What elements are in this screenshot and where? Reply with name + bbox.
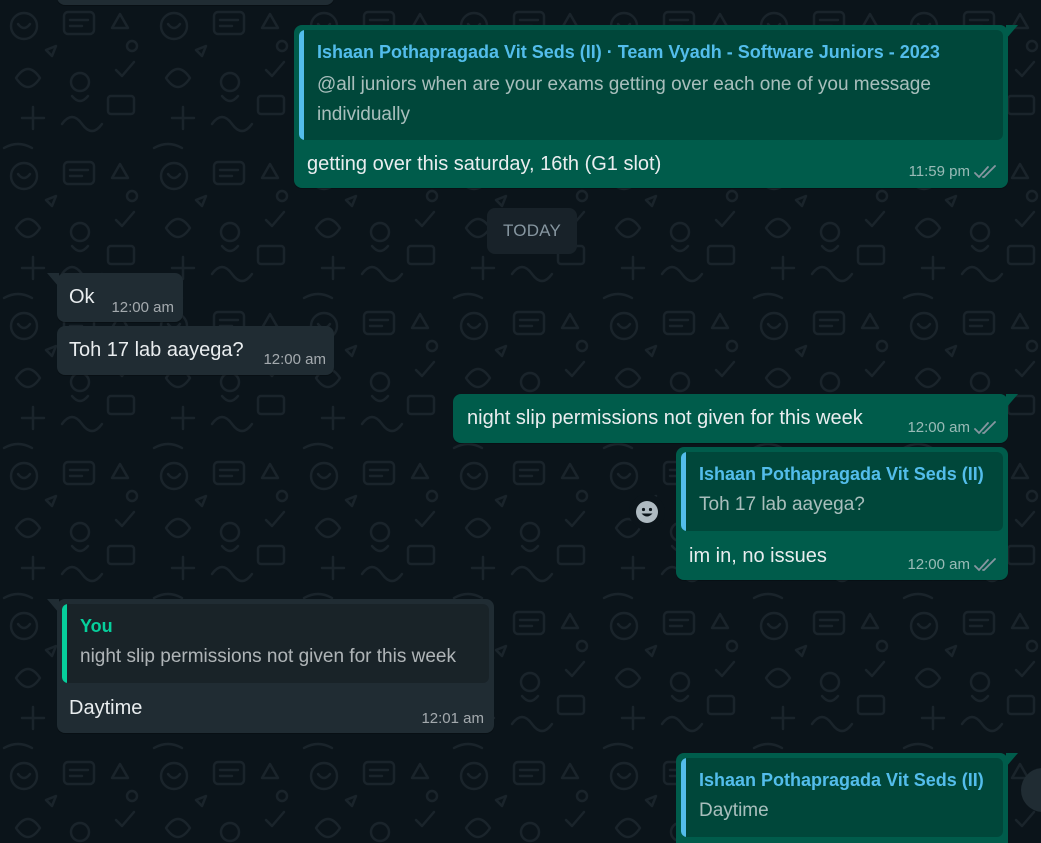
date-divider: TODAY [487, 208, 577, 254]
double-check-icon [974, 164, 996, 178]
quoted-author: You [80, 616, 113, 636]
message-meta: 12:00 am [907, 556, 998, 573]
double-check-icon [974, 557, 996, 571]
scroll-to-bottom-button[interactable] [1021, 768, 1041, 812]
message-bubble-outgoing[interactable]: Ishaan Pothapragada Vit Seds (II) · Team… [294, 25, 1018, 188]
bubble-tail [1006, 25, 1018, 39]
quoted-text: Daytime [699, 800, 769, 821]
message-time: 11:59 pm [908, 163, 970, 180]
quoted-text: night slip permissions not given for thi… [80, 646, 456, 667]
message-text: Toh 17 lab aayega? [69, 339, 244, 361]
bubble-tail [47, 273, 59, 287]
react-button[interactable] [629, 494, 665, 530]
message-time: 12:00 am [263, 351, 326, 368]
bubble-tail [1006, 394, 1018, 408]
message-time: 12:01 am [421, 710, 484, 727]
message-time: 12:00 am [111, 299, 174, 316]
message-text: getting over this saturday, 16th (G1 slo… [307, 153, 662, 175]
chat-panel: Ishaan Pothapragada Vit Seds (II) · Team… [0, 0, 1041, 843]
message-text: im in, no issues [689, 545, 827, 567]
message-meta: 11:59 pm [909, 163, 998, 180]
quoted-message[interactable]: Ishaan Pothapragada Vit Seds (II) Toh 17… [681, 452, 1003, 531]
quoted-author: Ishaan Pothapragada Vit Seds (II) · Team… [317, 42, 940, 62]
quoted-text: @all juniors when are your exams getting… [317, 74, 931, 125]
message-text: Ok [69, 286, 95, 308]
message-time: 12:00 am [907, 419, 970, 436]
message-bubble-incoming[interactable]: You night slip permissions not given for… [47, 599, 494, 733]
quoted-message[interactable]: Ishaan Pothapragada Vit Seds (II) · Team… [299, 30, 1003, 140]
quoted-message[interactable]: Ishaan Pothapragada Vit Seds (II) Daytim… [681, 758, 1003, 837]
quoted-author: Ishaan Pothapragada Vit Seds (II) [699, 770, 984, 790]
message-time: 12:00 am [907, 556, 970, 573]
message-text: Daytime [69, 697, 143, 719]
message-meta: 12:00 am [907, 419, 998, 436]
smiley-icon [636, 501, 658, 523]
message-text: night slip permissions not given for thi… [467, 407, 863, 429]
quoted-message[interactable]: You night slip permissions not given for… [62, 604, 489, 683]
message-bubble-outgoing[interactable]: Ishaan Pothapragada Vit Seds (II) Daytim… [676, 753, 1018, 843]
message-bubble-incoming[interactable]: Ok 12:00 am [47, 273, 183, 322]
message-bubble-incoming[interactable]: Toh 17 lab aayega? 12:00 am [57, 326, 334, 375]
message-bubble-outgoing[interactable]: night slip permissions not given for thi… [453, 394, 1018, 443]
bubble-tail [1006, 753, 1018, 767]
quoted-text: Toh 17 lab aayega? [699, 494, 865, 515]
quoted-author: Ishaan Pothapragada Vit Seds (II) [699, 464, 984, 484]
message-bubble-outgoing[interactable]: Ishaan Pothapragada Vit Seds (II) Toh 17… [676, 447, 1008, 580]
double-check-icon [974, 420, 996, 434]
previous-message-bubble[interactable] [57, 0, 334, 5]
bubble-tail [47, 599, 59, 613]
